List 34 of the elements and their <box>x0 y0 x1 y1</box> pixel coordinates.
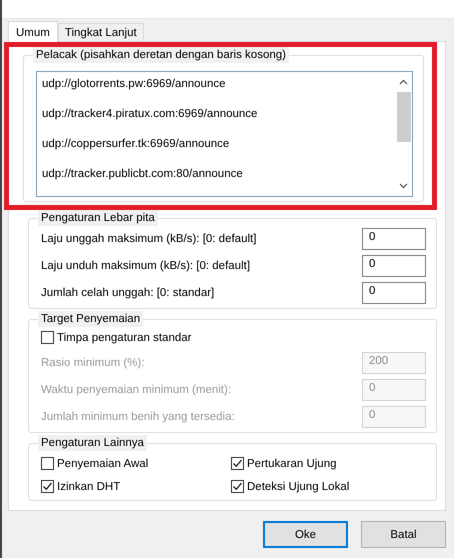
checkbox[interactable] <box>231 480 244 493</box>
number-field[interactable]: 0 <box>362 254 426 276</box>
tab[interactable]: Umum <box>8 21 58 42</box>
checkbox-label: Deteksi Ujung Lokal <box>247 480 350 492</box>
scroll-up-icon[interactable] <box>399 79 408 85</box>
checkbox-label: Pertukaran Ujung <box>247 458 336 470</box>
group-title: Pengaturan Lebar pita <box>38 210 158 226</box>
scroll-down-icon[interactable] <box>399 183 408 189</box>
field-label: Jumlah celah unggah: [0: standar] <box>41 286 214 298</box>
group-title: Pelacak (pisahkan deretan dengan baris kosong) <box>33 47 289 63</box>
tab[interactable]: Tingkat Lanjut <box>58 23 144 41</box>
checkbox-label: Penyemaian Awal <box>57 458 148 470</box>
field-label: Laju unggah maksimum (kB/s): [0: default] <box>41 232 256 244</box>
dialog-button[interactable]: Oke <box>263 521 348 548</box>
tracker-list[interactable]: udp://glotorrents.pw:6969/announce udp://tracker4.piratux.com:6969/announce udp://coppersurfer.tk:6969/announce udp://tracker.publicbt.com:80/announce <box>36 71 413 197</box>
tracker-url: udp://glotorrents.pw:6969/announce <box>42 77 226 92</box>
checkbox[interactable] <box>231 457 244 470</box>
field-label: Jumlah minimum benih yang tersedia: <box>41 410 235 422</box>
checkbox-label: Izinkan DHT <box>57 480 120 492</box>
checkbox[interactable] <box>41 480 54 493</box>
checkbox[interactable] <box>41 331 54 344</box>
group-title: Pengaturan Lainnya <box>38 435 147 451</box>
checkbox[interactable] <box>41 457 54 470</box>
number-field[interactable]: 0 <box>362 282 426 304</box>
field-label: Rasio minimum (%): <box>41 356 145 368</box>
field-label: Waktu penyemaian minimum (menit): <box>41 384 232 396</box>
number-field[interactable]: 0 <box>362 228 426 250</box>
checkbox-label: Timpa pengaturan standar <box>57 332 192 344</box>
group-title: Target Penyemaian <box>38 311 144 327</box>
tracker-url: udp://tracker.publicbt.com:80/announce <box>42 167 244 182</box>
tracker-url: udp://coppersurfer.tk:6969/announce <box>42 137 230 152</box>
tracker-url: udp://tracker4.piratux.com:6969/announce <box>42 107 258 122</box>
field-label: Laju unduh maksimum (kB/s): [0: default] <box>41 260 250 272</box>
dialog-button[interactable]: Batal <box>361 521 446 548</box>
